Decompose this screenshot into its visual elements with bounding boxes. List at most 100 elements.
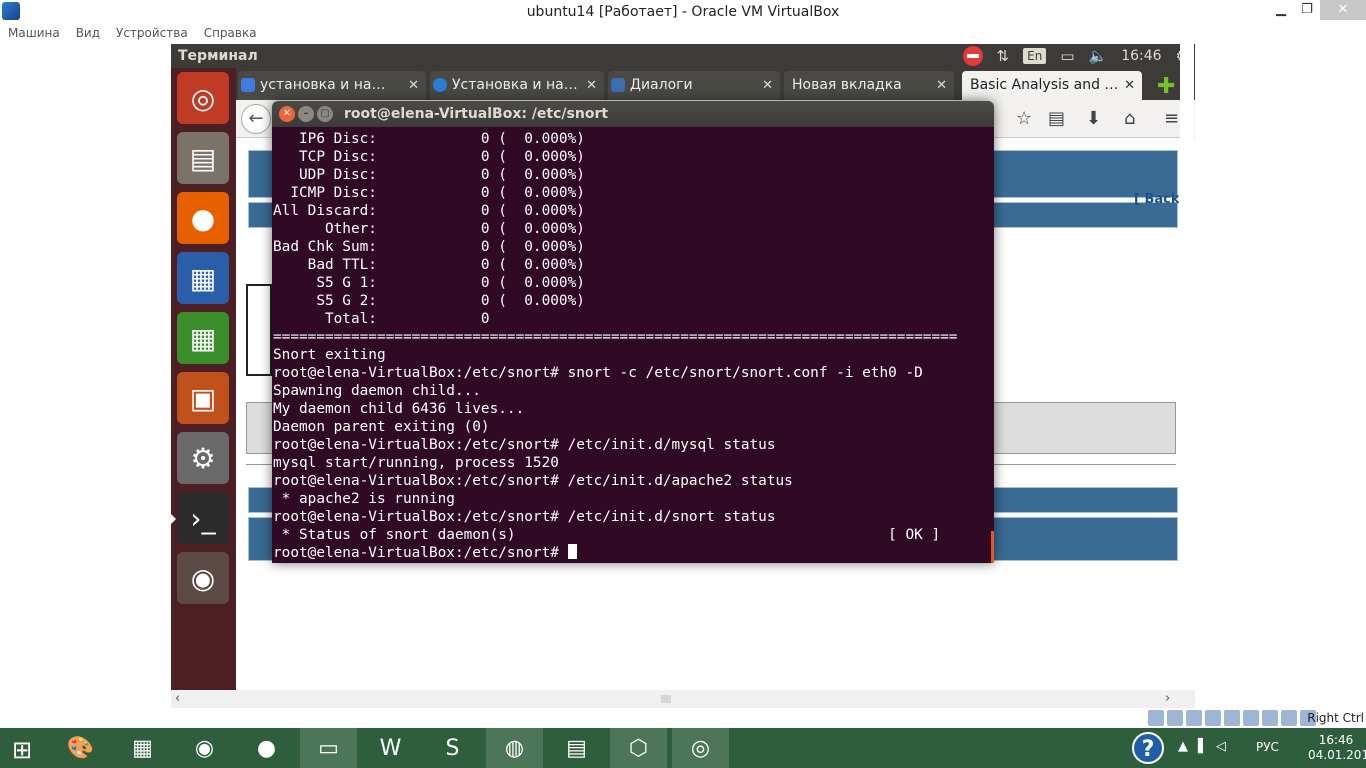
- vbox-window-title: ubuntu14 [Работает] - Oracle VM VirtualB…: [526, 4, 840, 20]
- terminal-line: ========================================…: [273, 329, 958, 345]
- chrome-icon[interactable]: ◍: [486, 728, 543, 768]
- vbox-title-bar: ubuntu14 [Работает] - Oracle VM VirtualB…: [0, 0, 1366, 24]
- usb-icon[interactable]: [1186, 710, 1202, 726]
- ubuntu-logo-icon[interactable]: ◎: [177, 72, 229, 124]
- site-icon: [433, 78, 447, 92]
- bookmark-star-icon[interactable]: ☆: [1016, 108, 1032, 129]
- vbox-status-bar: Right Ctrl: [0, 708, 1366, 728]
- close-tab-icon[interactable]: ✕: [586, 71, 597, 100]
- volume-icon[interactable]: ◁: [1216, 739, 1226, 754]
- new-tab-icon[interactable]: ✚: [1157, 74, 1175, 99]
- minimize-window-icon[interactable]: –: [298, 106, 314, 122]
- network-transfer-icon[interactable]: ⇅: [997, 47, 1010, 65]
- video-capture-icon[interactable]: [1262, 710, 1278, 726]
- menu-machine[interactable]: Машина: [0, 24, 68, 44]
- terminal-prompt-line[interactable]: root@elena-VirtualBox:/etc/snort#: [273, 544, 994, 562]
- firefox-icon[interactable]: ●: [177, 192, 229, 244]
- terminal-window[interactable]: ✕ – ▢ root@elena-VirtualBox: /etc/snort …: [272, 101, 994, 563]
- dvd-icon[interactable]: ◉: [177, 552, 229, 604]
- eye-icon[interactable]: ◎: [672, 728, 729, 768]
- close-tab-icon[interactable]: ✕: [1124, 71, 1135, 100]
- media-player-icon[interactable]: ◉: [176, 728, 233, 768]
- help-icon[interactable]: ?: [1132, 732, 1164, 764]
- shared-folders-icon[interactable]: [1205, 710, 1221, 726]
- menu-view[interactable]: Вид: [68, 24, 108, 44]
- terminal-line: IP6 Disc: 0 ( 0.000%): [273, 131, 585, 147]
- keyboard-layout-indicator[interactable]: En: [1023, 48, 1047, 64]
- restore-button[interactable]: ❐: [1294, 0, 1320, 20]
- maximize-window-icon[interactable]: ▢: [317, 106, 333, 122]
- scroll-left-arrow-icon[interactable]: ‹: [175, 690, 180, 708]
- menu-help[interactable]: Справка: [196, 24, 265, 44]
- terminal-line: Bad TTL: 0 ( 0.000%): [273, 257, 585, 273]
- tab-4[interactable]: Новая вкладка ✕: [784, 71, 954, 100]
- virtualbox-icon[interactable]: ⬡: [610, 728, 667, 768]
- tab-3[interactable]: Диалоги ✕: [608, 71, 780, 100]
- minimize-button[interactable]: ▁: [1268, 0, 1294, 20]
- tab-2[interactable]: Установка и на… ✕: [430, 71, 604, 100]
- close-window-icon[interactable]: ✕: [279, 106, 295, 122]
- home-icon[interactable]: ⌂: [1124, 108, 1135, 129]
- terminal-line: UDP Disc: 0 ( 0.000%): [273, 167, 585, 183]
- panel-clock[interactable]: 16:46: [1121, 48, 1161, 64]
- signal-icon[interactable]: ▌: [1198, 739, 1208, 754]
- terminal-line: Daemon parent exiting (0): [273, 419, 490, 435]
- scroll-right-arrow-icon[interactable]: ›: [1165, 690, 1170, 708]
- network-icon[interactable]: [1243, 710, 1259, 726]
- terminal-line: Other: 0 ( 0.000%): [273, 221, 585, 237]
- vbox-menu-bar: Машина Вид Устройства Справка: [0, 24, 1366, 44]
- reading-list-icon[interactable]: ▤: [1048, 108, 1065, 129]
- terminal-titlebar[interactable]: ✕ – ▢ root@elena-VirtualBox: /etc/snort: [272, 101, 994, 127]
- calculator-icon[interactable]: ▦: [114, 728, 171, 768]
- volume-icon[interactable]: 🔈: [1089, 47, 1108, 65]
- explorer-icon[interactable]: ▤: [548, 728, 605, 768]
- paint-icon[interactable]: 🎨: [52, 728, 109, 768]
- close-tab-icon[interactable]: ✕: [762, 71, 773, 100]
- close-tab-icon[interactable]: ✕: [408, 71, 419, 100]
- panel-app-title: Терминал: [178, 48, 258, 64]
- menu-icon[interactable]: ≡: [1164, 108, 1179, 129]
- windows-taskbar: ⊞ 🎨 ▦ ◉ ● ▭ W S ◍ ▤ ⬡ ◎ ? ▲ ▌ ◁ РУС 16:4…: [0, 728, 1366, 768]
- tab-1[interactable]: установка и на… ✕: [238, 71, 426, 100]
- terminal-line: root@elena-VirtualBox:/etc/snort# /etc/i…: [273, 473, 793, 489]
- calc-icon[interactable]: ▦: [177, 312, 229, 364]
- display-icon[interactable]: [1224, 710, 1240, 726]
- terminal-line: root@elena-VirtualBox:/etc/snort# /etc/i…: [273, 509, 776, 525]
- download-icon[interactable]: ⬇: [1086, 108, 1101, 129]
- back-arrow-icon[interactable]: ←: [241, 104, 271, 134]
- input-language[interactable]: РУС: [1256, 740, 1279, 754]
- terminal-line: S5 G 1: 0 ( 0.000%): [273, 275, 585, 291]
- skype-icon[interactable]: S: [424, 728, 481, 768]
- windows-start-icon[interactable]: ⊞: [12, 736, 32, 764]
- vbox-horizontal-scrollbar[interactable]: ‹ ›: [171, 690, 1195, 708]
- settings-icon[interactable]: ⚙: [177, 432, 229, 484]
- no-entry-icon[interactable]: [962, 46, 983, 66]
- close-tab-icon[interactable]: ✕: [936, 71, 947, 100]
- files-icon[interactable]: ▤: [177, 132, 229, 184]
- writer-icon[interactable]: ▦: [177, 252, 229, 304]
- cmd-icon[interactable]: ▭: [300, 728, 357, 768]
- terminal-icon[interactable]: ›_: [171, 492, 229, 544]
- cpu-icon[interactable]: [1281, 710, 1297, 726]
- google-icon: [241, 78, 255, 92]
- optical-drive-icon[interactable]: [1167, 710, 1183, 726]
- terminal-line: TCP Disc: 0 ( 0.000%): [273, 149, 585, 165]
- menu-devices[interactable]: Устройства: [108, 24, 196, 44]
- back-link[interactable]: [ Back: [1134, 192, 1180, 207]
- battery-icon[interactable]: ▭: [1060, 47, 1074, 65]
- terminal-line: Snort exiting: [273, 347, 386, 363]
- terminal-output[interactable]: IP6 Disc: 0 ( 0.000%) TCP Disc: 0 ( 0.00…: [272, 127, 994, 563]
- scroll-thumb[interactable]: [661, 695, 671, 703]
- firefox-icon[interactable]: ●: [238, 728, 295, 768]
- impress-icon[interactable]: ▣: [177, 372, 229, 424]
- taskbar-clock[interactable]: 16:46 04.01.2015: [1308, 733, 1366, 763]
- word-icon[interactable]: W: [362, 728, 419, 768]
- tab-5-active[interactable]: Basic Analysis and … ✕: [962, 71, 1142, 100]
- close-button[interactable]: ✕: [1320, 0, 1366, 20]
- show-hidden-icons[interactable]: ▲: [1178, 739, 1188, 754]
- terminal-line: Total: 0: [273, 311, 490, 327]
- terminal-line: Bad Chk Sum: 0 ( 0.000%): [273, 239, 585, 255]
- vbox-vertical-scrollbar[interactable]: [1180, 44, 1194, 690]
- terminal-scroll-indicator[interactable]: [991, 531, 994, 563]
- hdd-icon[interactable]: [1148, 710, 1164, 726]
